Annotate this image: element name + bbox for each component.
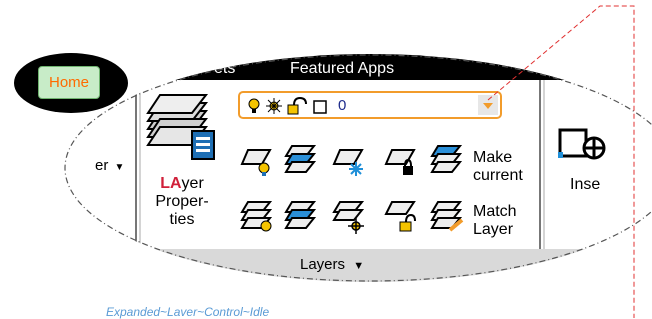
thaw-icon[interactable] — [332, 200, 366, 234]
layer-props-rest: yer — [181, 175, 204, 192]
layer-state-icons — [248, 97, 327, 115]
make-current-icon[interactable] — [430, 144, 464, 178]
layer-off-icon[interactable] — [240, 200, 274, 234]
layer-props-prefix: LA — [160, 175, 182, 192]
layers-panel-title-text: Layers — [300, 256, 346, 273]
callout-leader — [487, 5, 635, 318]
layer-isolate-icon[interactable] — [240, 144, 274, 178]
layer-props-line3: ties — [169, 211, 195, 228]
layer-dropdown-value: 0 — [338, 97, 347, 114]
layer-properties-icon — [146, 94, 215, 160]
layer-props-line2: Proper- — [155, 193, 209, 210]
layer-properties-button[interactable]: LAyer Proper- ties — [146, 93, 218, 243]
lock-icon[interactable] — [384, 144, 418, 178]
caption: Expanded~Laver~Control~Idle — [106, 305, 270, 319]
freeze-icon[interactable] — [332, 144, 366, 178]
chevron-down-icon: ▼ — [114, 162, 125, 173]
unlock-icon[interactable] — [384, 200, 418, 234]
ribbon-tab-ets[interactable]: ets — [214, 60, 235, 77]
layer-walk-icon[interactable] — [284, 144, 318, 178]
left-panel-label-text: er — [95, 157, 109, 174]
match-layer-icon[interactable] — [430, 200, 464, 234]
ribbon-tab-featured-apps[interactable]: Featured Apps — [290, 60, 394, 77]
layer-dropdown[interactable]: 0 — [238, 91, 502, 119]
layers-panel-title[interactable]: Layers ▼ — [300, 256, 364, 273]
chevron-down-icon: ▼ — [353, 260, 365, 272]
left-panel-label[interactable]: er ▼ — [95, 157, 124, 177]
layer-match-icon[interactable] — [284, 200, 318, 234]
